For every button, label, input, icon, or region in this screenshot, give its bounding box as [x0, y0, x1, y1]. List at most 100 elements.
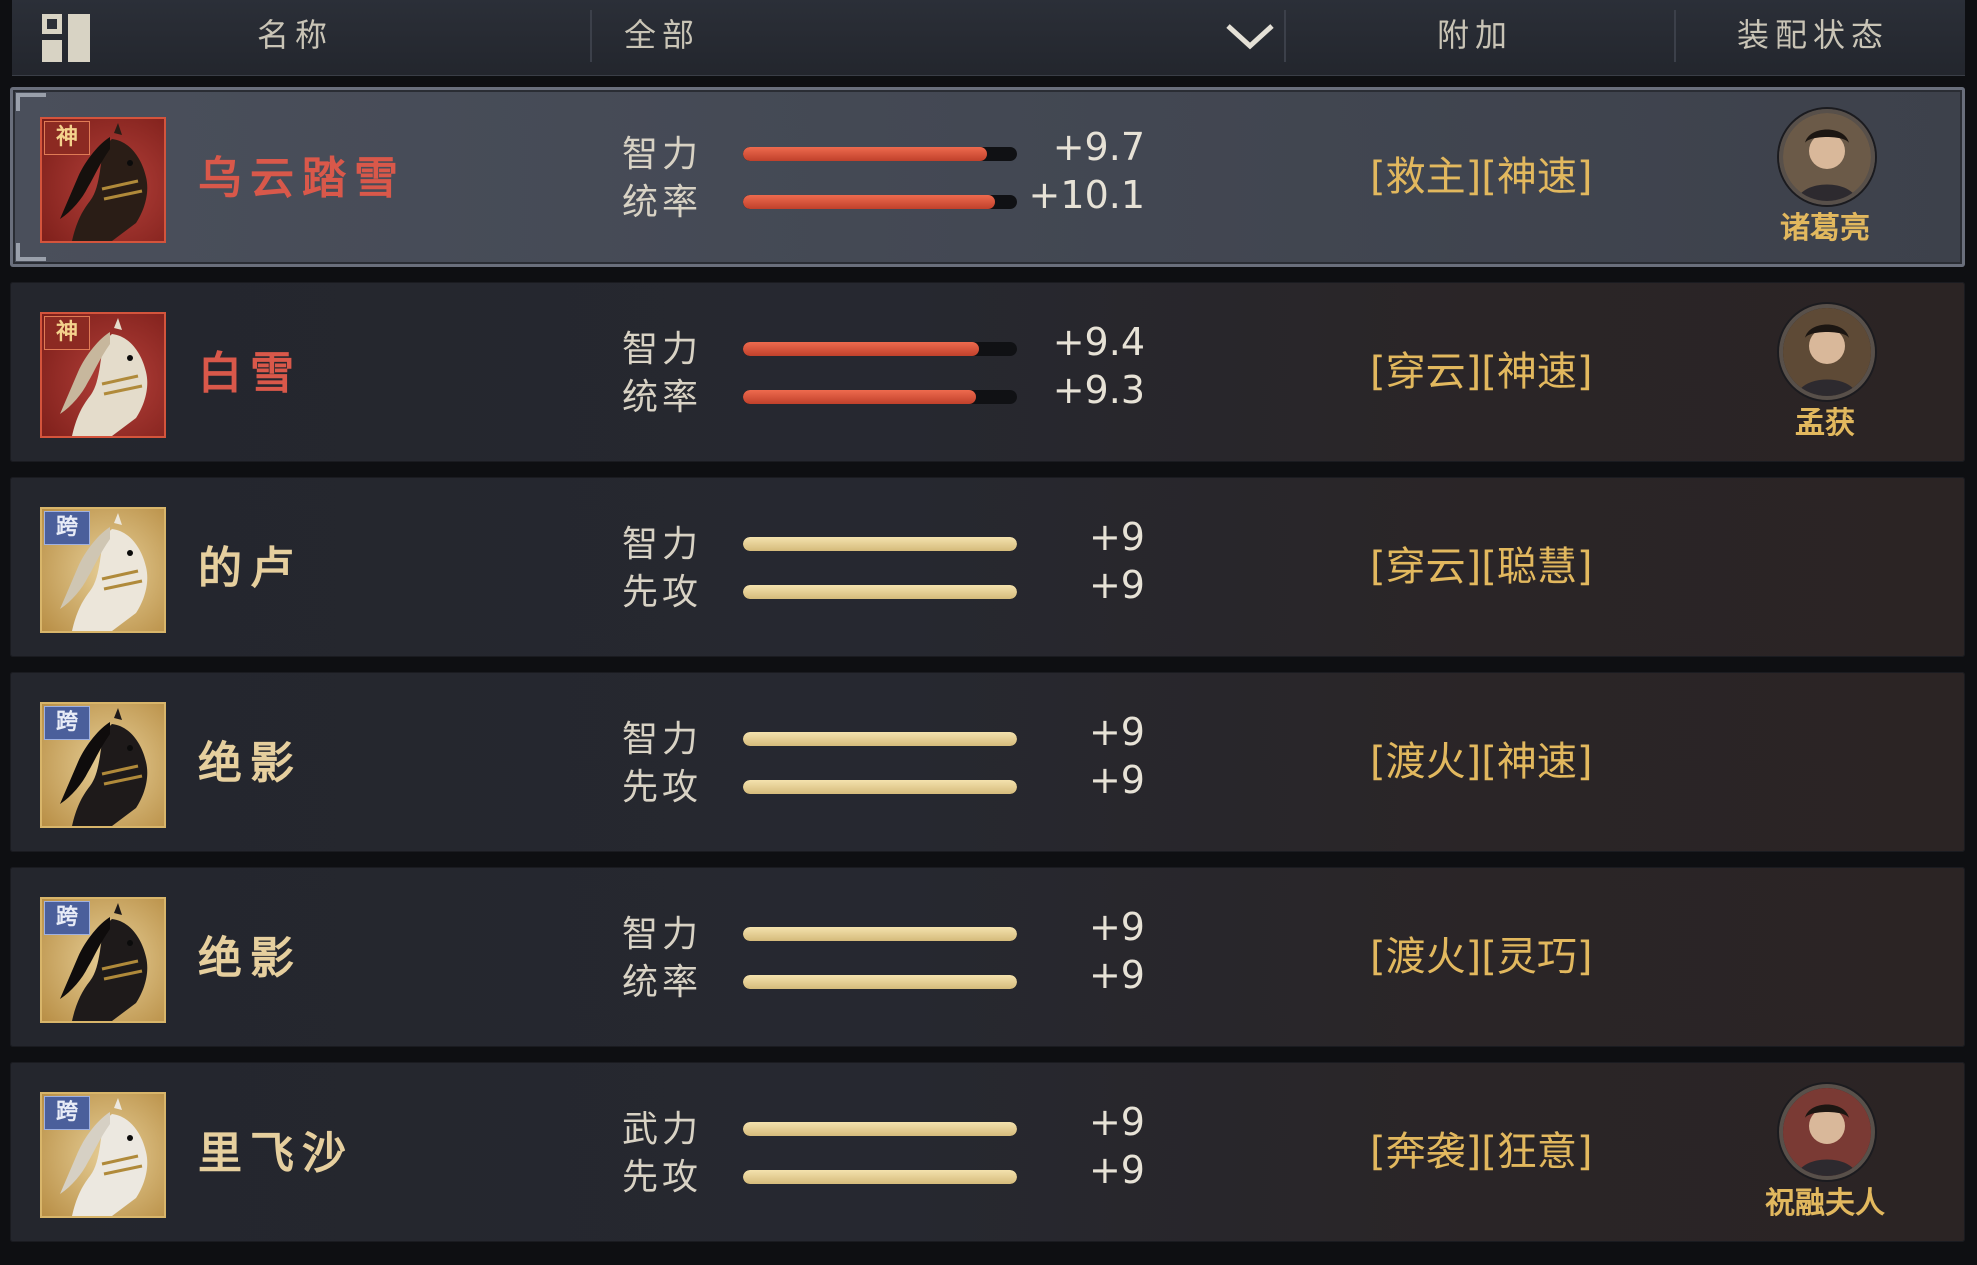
stat-value: +9	[1088, 1148, 1145, 1192]
equipped-general[interactable]: 祝融夫人	[1750, 1082, 1900, 1222]
stat-bar-fill	[743, 732, 1017, 746]
stat-bar-fill	[743, 585, 1017, 599]
bonus-skills: [救主][神速]	[1370, 154, 1593, 200]
bonus-skills: [穿云][神速]	[1370, 349, 1593, 395]
horse-portrait[interactable]: 跨	[40, 507, 166, 633]
stat-value: +9	[1088, 758, 1145, 802]
horse-row[interactable]: 跨 里飞沙 武力 +9 先攻 +9 [奔袭][狂意] 祝融夫人	[10, 1062, 1965, 1242]
stat-bar-fill	[743, 342, 979, 356]
chevron-down-icon[interactable]	[1222, 16, 1278, 56]
stat-bar-fill	[743, 1170, 1017, 1184]
stat-bar-fill	[743, 390, 976, 404]
stat-bar	[743, 585, 1017, 599]
stat-label: 智力	[622, 329, 703, 370]
header-bonus-column: 附加	[1437, 16, 1514, 54]
stat-bar-fill	[743, 195, 996, 209]
stat-bar	[743, 1122, 1017, 1136]
horse-name: 绝影	[198, 933, 302, 984]
stat-label: 统率	[622, 962, 703, 1003]
general-avatar[interactable]	[1779, 109, 1875, 205]
selection-corner	[16, 93, 46, 111]
stat-label: 智力	[622, 134, 703, 175]
selection-corner	[16, 243, 46, 261]
horse-name: 的卢	[198, 543, 302, 594]
tier-badge: 跨	[44, 706, 90, 740]
stat-value: +9	[1088, 1100, 1145, 1144]
stat-value: +9	[1088, 710, 1145, 754]
tier-badge: 跨	[44, 901, 90, 935]
stat-bar-fill	[743, 1122, 1017, 1136]
stat-bar	[743, 927, 1017, 941]
horse-portrait[interactable]: 神	[40, 117, 166, 243]
stat-bar	[743, 147, 1017, 161]
stat-value: +9.7	[1052, 125, 1145, 169]
horse-portrait[interactable]: 跨	[40, 1092, 166, 1218]
stat-label: 智力	[622, 914, 703, 955]
horse-portrait[interactable]: 跨	[40, 702, 166, 828]
stat-label: 先攻	[622, 767, 703, 808]
stat-label: 武力	[622, 1109, 703, 1150]
layout-toggle-icon[interactable]	[42, 14, 90, 62]
equipped-general[interactable]: 诸葛亮	[1750, 107, 1900, 247]
stat-bar	[743, 1170, 1017, 1184]
stat-value: +9	[1088, 515, 1145, 559]
stat-bar	[743, 780, 1017, 794]
header-divider	[1284, 10, 1286, 62]
stat-bar-fill	[743, 975, 1017, 989]
bonus-skills: [穿云][聪慧]	[1370, 544, 1593, 590]
stat-label: 先攻	[622, 1157, 703, 1198]
stat-label: 统率	[622, 377, 703, 418]
stat-bar-fill	[743, 927, 1017, 941]
horse-portrait[interactable]: 神	[40, 312, 166, 438]
stat-value: +10.1	[1028, 173, 1145, 217]
horse-portrait[interactable]: 跨	[40, 897, 166, 1023]
horse-list-screen: 名称 全部 附加 装配状态 神 乌云踏雪 智力 +9.7 统率 +10.1 [救…	[0, 0, 1977, 1265]
stat-bar-fill	[743, 147, 987, 161]
stat-value: +9.4	[1052, 320, 1145, 364]
list-header: 名称 全部 附加 装配状态	[12, 0, 1965, 76]
horse-row[interactable]: 跨 绝影 智力 +9 统率 +9 [渡火][灵巧]	[10, 867, 1965, 1047]
stat-bar	[743, 975, 1017, 989]
stat-label: 智力	[622, 524, 703, 565]
horse-name: 里飞沙	[198, 1128, 354, 1179]
horse-row[interactable]: 神 白雪 智力 +9.4 统率 +9.3 [穿云][神速] 孟获	[10, 282, 1965, 462]
tier-badge: 神	[44, 316, 90, 350]
header-name-column[interactable]: 名称	[257, 0, 333, 75]
header-divider	[590, 10, 592, 62]
stat-value: +9.3	[1052, 368, 1145, 412]
stat-bar	[743, 732, 1017, 746]
stat-bar	[743, 390, 1017, 404]
general-avatar[interactable]	[1779, 304, 1875, 400]
header-divider	[1674, 10, 1676, 62]
stat-bar	[743, 195, 1017, 209]
stat-value: +9	[1088, 563, 1145, 607]
bonus-skills: [渡火][灵巧]	[1370, 934, 1593, 980]
horse-name: 绝影	[198, 738, 302, 789]
general-avatar[interactable]	[1779, 1084, 1875, 1180]
header-equip-status-column: 装配状态	[1737, 16, 1890, 54]
tier-badge: 跨	[44, 1096, 90, 1130]
horse-row[interactable]: 跨 的卢 智力 +9 先攻 +9 [穿云][聪慧]	[10, 477, 1965, 657]
tier-badge: 跨	[44, 511, 90, 545]
bonus-skills: [奔袭][狂意]	[1370, 1129, 1593, 1175]
stat-bar	[743, 342, 1017, 356]
stat-bar-fill	[743, 780, 1017, 794]
filter-dropdown-value[interactable]: 全部	[624, 0, 700, 75]
tier-badge: 神	[44, 121, 90, 155]
stat-value: +9	[1088, 905, 1145, 949]
equipped-general[interactable]: 孟获	[1750, 302, 1900, 442]
horse-name: 白雪	[198, 348, 302, 399]
stat-bar	[743, 537, 1017, 551]
stat-label: 统率	[622, 182, 703, 223]
general-name: 祝融夫人	[1765, 1186, 1885, 1221]
horse-row[interactable]: 神 乌云踏雪 智力 +9.7 统率 +10.1 [救主][神速] 诸葛亮	[10, 87, 1965, 267]
general-name: 诸葛亮	[1780, 211, 1870, 246]
stat-label: 智力	[622, 719, 703, 760]
stat-bar-fill	[743, 537, 1017, 551]
horse-row[interactable]: 跨 绝影 智力 +9 先攻 +9 [渡火][神速]	[10, 672, 1965, 852]
stat-value: +9	[1088, 953, 1145, 997]
general-name: 孟获	[1795, 406, 1855, 441]
bonus-skills: [渡火][神速]	[1370, 739, 1593, 785]
horse-name: 乌云踏雪	[198, 153, 406, 204]
stat-label: 先攻	[622, 572, 703, 613]
